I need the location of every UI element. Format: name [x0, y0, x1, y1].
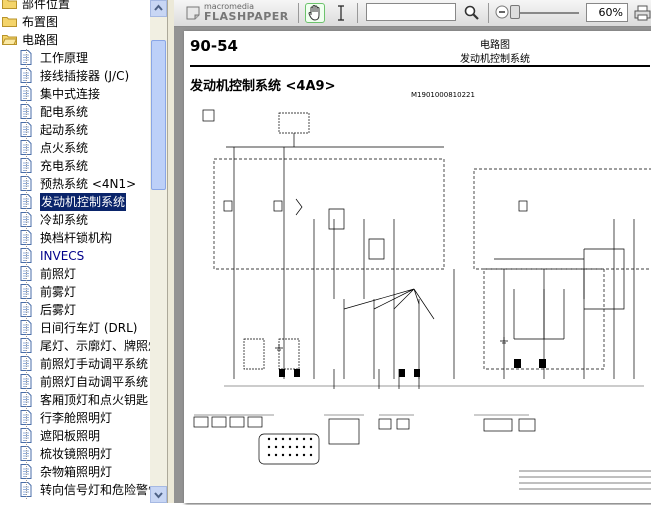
toolbar-divider — [488, 3, 489, 23]
diagram-box-frame — [202, 109, 215, 122]
scroll-up-button[interactable] — [150, 0, 167, 17]
search-input[interactable] — [366, 3, 456, 21]
zoom-slider-thumb[interactable] — [510, 5, 521, 19]
tree-item-document[interactable]: INVECS — [0, 247, 150, 265]
scroll-thumb[interactable] — [151, 40, 166, 190]
text-select-tool-button[interactable] — [334, 3, 348, 23]
tree-item-document[interactable]: 梳妆镜照明灯 — [0, 445, 150, 463]
brand-large: FLASHPAPER — [204, 10, 289, 23]
document-tree[interactable]: 部件位置布置图电路图工作原理接线插接器 (J/C) 集中式连接配电系统起动系统点火… — [0, 0, 150, 503]
tree-item-document[interactable]: 前照灯自动调平系统 — [0, 373, 150, 391]
print-icon[interactable] — [634, 5, 651, 21]
tree-item-document[interactable]: 起动系统 — [0, 121, 150, 139]
tree-item-label: 前雾灯 — [40, 285, 77, 299]
document-page: 90-54 电路图 发动机控制系统 发动机控制系统 <4A9> M1901000… — [184, 31, 651, 503]
toolbar-divider — [298, 3, 299, 23]
tree-item-label: 杂物箱照明灯 — [40, 465, 113, 479]
folder-icon — [2, 0, 17, 9]
wiring-diagram — [193, 109, 651, 490]
zoom-slider-track[interactable] — [511, 12, 579, 14]
hand-tool-button[interactable] — [305, 3, 325, 23]
tree-item-document[interactable]: 行李舱照明灯 — [0, 409, 150, 427]
tree-item-document[interactable]: 换档杆锁机构 — [0, 229, 150, 247]
tree-item-label: 梳妆镜照明灯 — [40, 447, 113, 461]
tree-item-document[interactable]: 杂物箱照明灯 — [0, 463, 150, 481]
tree-item-document[interactable]: 前照灯手动调平系统 — [0, 355, 150, 373]
toolbar-divider — [357, 3, 358, 23]
viewer-toolbar: macromedia FLASHPAPER 60% — [174, 0, 651, 27]
tree-item-label: 配电系统 — [40, 105, 89, 119]
tree-item-label: 发动机控制系统 — [40, 193, 127, 211]
tree-item-document[interactable]: 前照灯 — [0, 265, 150, 283]
tree-item-label: 部件位置 — [22, 0, 71, 11]
running-header-section: 发动机控制系统 — [460, 54, 530, 65]
tree-item-document[interactable]: 工作原理 — [0, 49, 150, 67]
tree-item-label: 冷却系统 — [40, 213, 89, 227]
tree-item-label: 前照灯 — [40, 267, 77, 281]
tree-item-label: 日间行车灯 (DRL) — [40, 321, 138, 335]
zoom-out-button[interactable] — [495, 5, 509, 19]
tree-item-label: 行李舱照明灯 — [40, 411, 113, 425]
tree-item-label: 前照灯自动调平系统 — [40, 375, 149, 389]
tree-item-document[interactable]: 发动机控制系统 — [0, 193, 150, 211]
tree-item-label: INVECS — [40, 249, 85, 263]
tree-item-label: 布置图 — [22, 15, 59, 29]
tree-item-label: 预热系统 <4N1> — [40, 177, 137, 191]
tree-item-document[interactable]: 冷却系统 — [0, 211, 150, 229]
tree-scrollbar[interactable] — [150, 0, 167, 503]
tree-item-label: 转向信号灯和危险警告灯 — [40, 483, 150, 497]
tree-item-label: 接线插接器 (J/C) — [40, 69, 130, 83]
tree-item-label: 电路图 — [22, 33, 59, 47]
tree-item-document[interactable]: 客厢顶灯和点火钥匙 — [0, 391, 150, 409]
tree-item-document[interactable]: 遮阳板照明 — [0, 427, 150, 445]
tree-item-folder[interactable]: 电路图 — [0, 31, 150, 49]
tree-item-document[interactable]: 前雾灯 — [0, 283, 150, 301]
page-number: 90-54 — [190, 37, 238, 55]
chevron-down-icon — [154, 492, 163, 499]
pane-splitter[interactable] — [167, 0, 174, 503]
tree-item-label: 遮阳板照明 — [40, 429, 101, 443]
tree-item-document[interactable]: 配电系统 — [0, 103, 150, 121]
tree-item-document[interactable]: 点火系统 — [0, 139, 150, 157]
tree-item-label: 起动系统 — [40, 123, 89, 137]
tree-item-label: 充电系统 — [40, 159, 89, 173]
tree-item-label: 后雾灯 — [40, 303, 77, 317]
tree-item-label: 集中式连接 — [40, 87, 101, 101]
tree-item-document[interactable]: 日间行车灯 (DRL) — [0, 319, 150, 337]
tree-item-label: 客厢顶灯和点火钥匙 — [40, 393, 149, 407]
tree-item-document[interactable]: 接线插接器 (J/C) — [0, 67, 150, 85]
section-title: 发动机控制系统 <4A9> — [190, 79, 336, 94]
folder-open-icon — [2, 35, 17, 45]
relay-box — [278, 112, 310, 134]
diagram-code: M1901000810221 — [411, 91, 475, 99]
header-rule — [190, 65, 650, 67]
zoom-level-field[interactable]: 60% — [586, 3, 628, 22]
tree-item-document[interactable]: 预热系统 <4N1> — [0, 175, 150, 193]
search-icon[interactable] — [463, 4, 481, 22]
tree-item-document[interactable]: 充电系统 — [0, 157, 150, 175]
tree-guide-line — [26, 49, 27, 499]
tree-item-label: 尾灯、示廓灯、牌照灯 — [40, 339, 150, 353]
scroll-down-button[interactable] — [150, 486, 167, 503]
ecu-outline — [473, 168, 651, 270]
chevron-up-icon — [154, 4, 163, 11]
tree-item-document[interactable]: 尾灯、示廓灯、牌照灯 — [0, 337, 150, 355]
tree-item-label: 前照灯手动调平系统 — [40, 357, 149, 371]
tree-item-label: 工作原理 — [40, 51, 89, 65]
tree-item-folder[interactable]: 布置图 — [0, 13, 150, 31]
hand-icon — [308, 4, 320, 21]
tree-item-document[interactable]: 集中式连接 — [0, 85, 150, 103]
tree-item-document[interactable]: 转向信号灯和危险警告灯 — [0, 481, 150, 499]
flashpaper-logo-icon — [186, 6, 200, 20]
folder-icon — [2, 17, 17, 27]
tree-item-document[interactable]: 后雾灯 — [0, 301, 150, 319]
running-header-category: 电路图 — [480, 40, 510, 51]
flashpaper-viewer: macromedia FLASHPAPER 60% 90-54 电路图 发动机控… — [174, 0, 651, 503]
tree-item-label: 点火系统 — [40, 141, 89, 155]
tree-item-folder[interactable]: 部件位置 — [0, 0, 150, 13]
tree-item-label: 换档杆锁机构 — [40, 231, 113, 245]
